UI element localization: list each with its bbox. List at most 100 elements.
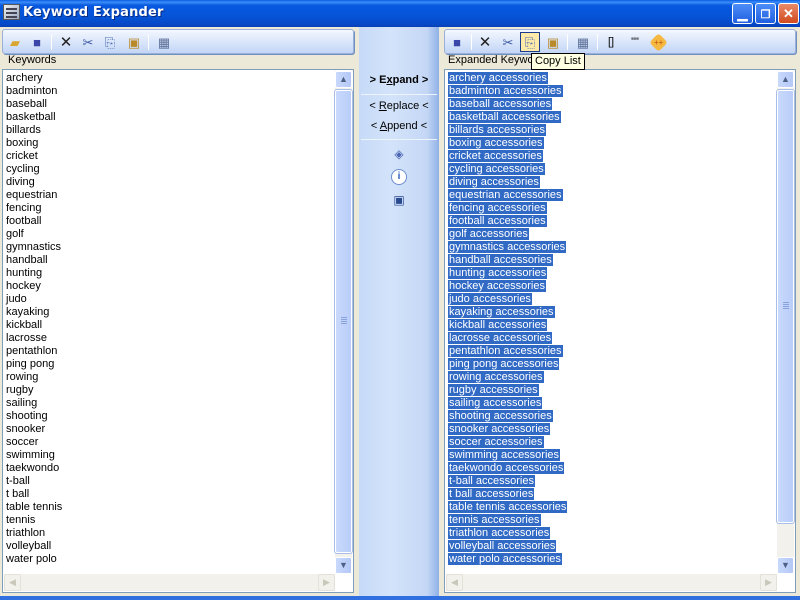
save-button[interactable]: ■	[27, 32, 47, 52]
expanded-horizontal-scrollbar[interactable]: ◀ ▶	[446, 574, 777, 591]
paste-button[interactable]: ▣	[543, 32, 563, 52]
keyword-item[interactable]: football	[6, 215, 62, 228]
expanded-keyword-item[interactable]: golf accessories	[448, 228, 567, 241]
expanded-keyword-item[interactable]: tennis accessories	[448, 514, 567, 527]
expanded-keyword-item[interactable]: hunting accessories	[448, 267, 567, 280]
keyword-item[interactable]: table tennis	[6, 501, 62, 514]
keyword-item[interactable]: handball	[6, 254, 62, 267]
keyword-item[interactable]: water polo	[6, 553, 62, 566]
keywords-horizontal-scrollbar[interactable]: ◀ ▶	[4, 574, 335, 591]
keyword-item[interactable]: t ball	[6, 488, 62, 501]
expanded-keyword-item[interactable]: billards accessories	[448, 124, 567, 137]
keyword-item[interactable]: pentathlon	[6, 345, 62, 358]
keyword-item[interactable]: swimming	[6, 449, 62, 462]
calculator-button[interactable]: ▦	[154, 32, 174, 52]
expanded-keyword-item[interactable]: table tennis accessories	[448, 501, 568, 514]
keyword-item[interactable]: hunting	[6, 267, 62, 280]
save-button[interactable]: ■	[447, 32, 467, 52]
expanded-keyword-item[interactable]: basketball accessories	[448, 111, 567, 124]
scroll-thumb[interactable]	[776, 89, 795, 524]
scroll-down-button[interactable]: ▼	[335, 557, 352, 574]
scroll-left-button[interactable]: ◀	[446, 574, 463, 591]
restore-button[interactable]: ❐	[755, 3, 776, 24]
expanded-keyword-item[interactable]: fencing accessories	[448, 202, 567, 215]
expand-button[interactable]: > Expand >	[359, 74, 439, 86]
append-button[interactable]: < Append <	[359, 120, 439, 132]
expanded-keyword-item[interactable]: sailing accessories	[448, 397, 567, 410]
expanded-keyword-item[interactable]: t ball accessories	[448, 488, 567, 501]
expanded-keyword-item[interactable]: triathlon accessories	[448, 527, 567, 540]
keywords-list[interactable]: archery badminton baseball basketball billar…	[2, 69, 354, 593]
expanded-keyword-item[interactable]: baseball accessories	[448, 98, 567, 111]
expanded-keyword-item[interactable]: judo accessories	[448, 293, 567, 306]
keyword-item[interactable]: billards	[6, 124, 62, 137]
expanded-keyword-item[interactable]: hockey accessories	[448, 280, 567, 293]
user-lock-icon[interactable]: ▣	[391, 192, 407, 208]
keyword-item[interactable]: diving	[6, 176, 62, 189]
keyword-item[interactable]: volleyball	[6, 540, 62, 553]
keyword-item[interactable]: badminton	[6, 85, 62, 98]
expanded-keyword-item[interactable]: rowing accessories	[448, 371, 567, 384]
copy-list-button[interactable]: ⎘	[520, 32, 540, 52]
keyword-item[interactable]: rugby	[6, 384, 62, 397]
scroll-right-button[interactable]: ▶	[318, 574, 335, 591]
expanded-keyword-item[interactable]: handball accessories	[448, 254, 567, 267]
expanded-keyword-item[interactable]: swimming accessories	[448, 449, 567, 462]
keyword-item[interactable]: gymnastics	[6, 241, 62, 254]
expanded-keyword-item[interactable]: shooting accessories	[448, 410, 567, 423]
keyword-item[interactable]: baseball	[6, 98, 62, 111]
keyword-item[interactable]: ping pong	[6, 358, 62, 371]
help-book-icon[interactable]: ◈	[391, 146, 407, 162]
keywords-vertical-scrollbar[interactable]: ▲ ▼	[334, 71, 353, 574]
calculator-button[interactable]: ▦	[573, 32, 593, 52]
keyword-item[interactable]: rowing	[6, 371, 62, 384]
copy-button[interactable]: ⎘	[100, 32, 120, 52]
expanded-keyword-item[interactable]: ping pong accessories	[448, 358, 567, 371]
scroll-left-button[interactable]: ◀	[4, 574, 21, 591]
keyword-item[interactable]: fencing	[6, 202, 62, 215]
quotes-button[interactable]: ""	[625, 32, 645, 52]
keyword-item[interactable]: taekwondo	[6, 462, 62, 475]
expanded-keyword-item[interactable]: snooker accessories	[448, 423, 567, 436]
expanded-keyword-item[interactable]: soccer accessories	[448, 436, 567, 449]
expanded-keyword-item[interactable]: t-ball accessories	[448, 475, 567, 488]
keyword-item[interactable]: basketball	[6, 111, 62, 124]
title-bar[interactable]: Keyword Expander ▁ ❐ ✕	[0, 0, 800, 27]
expanded-keyword-item[interactable]: boxing accessories	[448, 137, 567, 150]
plus-plus-button[interactable]: ++	[648, 32, 668, 52]
keyword-item[interactable]: lacrosse	[6, 332, 62, 345]
expanded-keyword-item[interactable]: lacrosse accessories	[448, 332, 567, 345]
keyword-item[interactable]: kayaking	[6, 306, 62, 319]
keyword-item[interactable]: sailing	[6, 397, 62, 410]
expanded-keyword-item[interactable]: cycling accessories	[448, 163, 567, 176]
scroll-down-button[interactable]: ▼	[777, 557, 794, 574]
scroll-thumb[interactable]	[334, 89, 353, 554]
expanded-keyword-item[interactable]: badminton accessories	[448, 85, 567, 98]
expanded-keyword-item[interactable]: equestrian accessories	[448, 189, 567, 202]
info-icon[interactable]: i	[391, 169, 407, 185]
expanded-vertical-scrollbar[interactable]: ▲ ▼	[776, 71, 795, 574]
expanded-keyword-item[interactable]: kickball accessories	[448, 319, 567, 332]
keyword-item[interactable]: snooker	[6, 423, 62, 436]
keyword-item[interactable]: cricket	[6, 150, 62, 163]
open-button[interactable]: ▰	[5, 32, 25, 52]
cut-button[interactable]: ✂	[78, 32, 98, 52]
expanded-keyword-item[interactable]: gymnastics accessories	[448, 241, 567, 254]
expanded-keyword-item[interactable]: taekwondo accessories	[448, 462, 567, 475]
scroll-right-button[interactable]: ▶	[760, 574, 777, 591]
scroll-up-button[interactable]: ▲	[335, 71, 352, 88]
keyword-item[interactable]: hockey	[6, 280, 62, 293]
keyword-item[interactable]: judo	[6, 293, 62, 306]
expanded-keyword-item[interactable]: archery accessories	[448, 72, 567, 85]
keyword-item[interactable]: golf	[6, 228, 62, 241]
keyword-item[interactable]: equestrian	[6, 189, 62, 202]
keyword-item[interactable]: tennis	[6, 514, 62, 527]
expanded-keywords-list[interactable]: archery accessories badminton accessories…	[444, 69, 796, 593]
keyword-item[interactable]: t-ball	[6, 475, 62, 488]
paste-button[interactable]: ▣	[124, 32, 144, 52]
cut-button[interactable]: ✂	[498, 32, 518, 52]
replace-button[interactable]: < Replace <	[359, 100, 439, 112]
scroll-up-button[interactable]: ▲	[777, 71, 794, 88]
delete-button[interactable]: ✕	[56, 32, 76, 52]
expanded-keyword-item[interactable]: football accessories	[448, 215, 567, 228]
